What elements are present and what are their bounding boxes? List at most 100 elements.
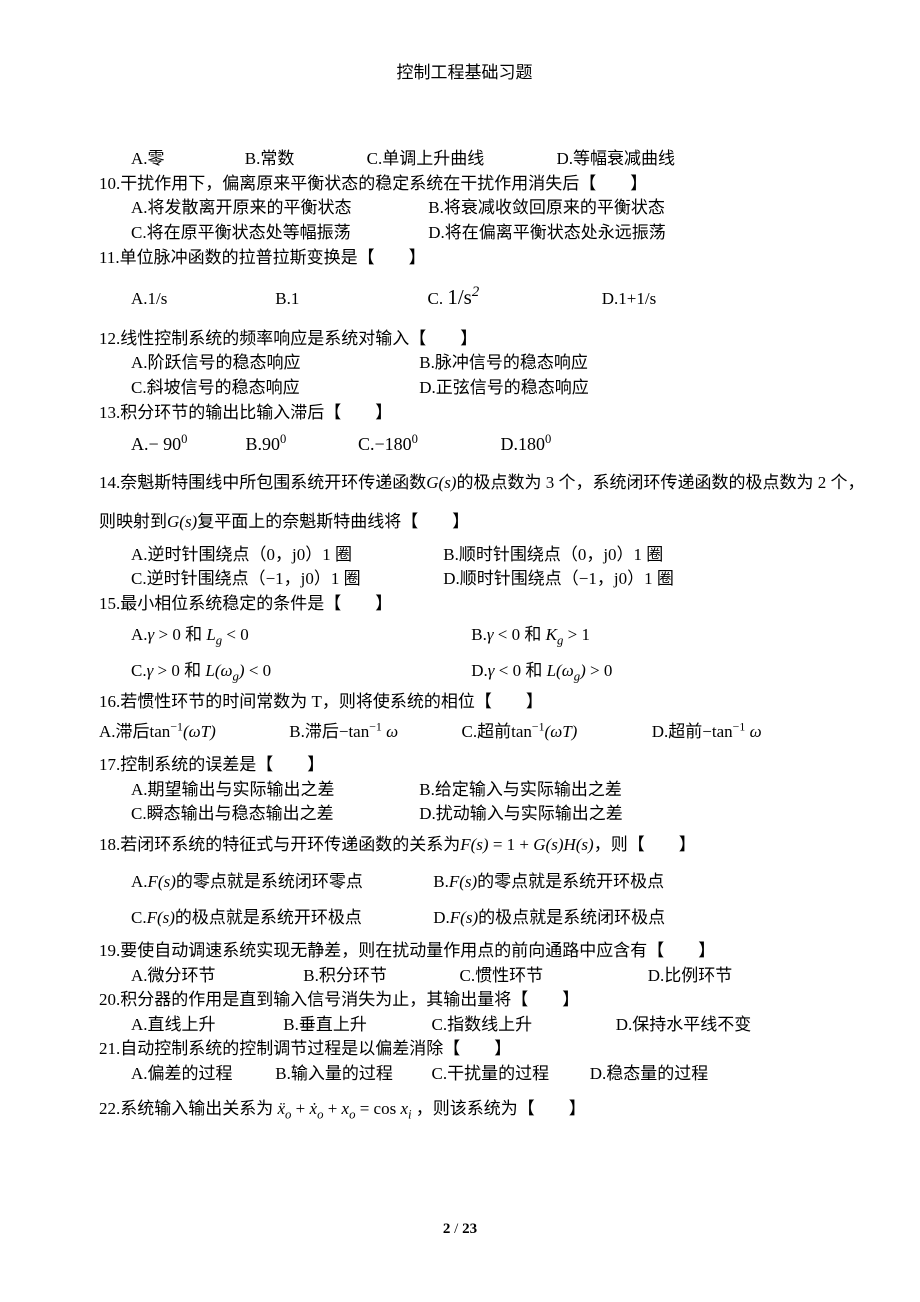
q15-opt-c: C.γ > 0 和 L(ωg) < 0 [131,659,467,684]
q18-opt-a: A.F(s)的零点就是系统闭环零点 [131,870,429,895]
q15-row1: A.γ > 0 和 Lg < 0 B.γ < 0 和 Kg > 1 [99,617,830,660]
q18b-pre: B. [433,872,449,891]
q15c-mid: > 0 和 [153,661,205,680]
q16-options: A.滞后tan−1(ωT) B.滞后−tan−1 ω C.超前tan−1(ωT)… [99,714,830,753]
q15b-g: γ [487,625,494,644]
q21-opt-a: A.偏差的过程 [131,1062,271,1087]
q20-opt-d: D.保持水平线不变 [616,1015,752,1034]
q18-stem: 18.若闭环系统的特征式与开环传递函数的关系为F(s) = 1 + G(s)H(… [99,827,830,870]
q13-opt-a: A.− 900 [131,431,241,457]
q22-s3: o [349,1107,355,1121]
q14-opt-c: C.逆时针围绕点（−1，j0）1 圈 [131,567,439,592]
q18a-pre: A. [131,872,148,891]
q15-opt-b: B.γ < 0 和 Kg > 1 [471,625,590,644]
q11-c-pre: C. [428,289,448,308]
q15c-pre: C. [131,661,147,680]
q18b-post: 的零点就是系统开环极点 [477,872,664,891]
q18b-F: F(s) [449,872,477,891]
q18c-post: 的极点就是系统开环极点 [175,908,362,927]
q22-pre: 22.系统输入输出关系为 [99,1099,273,1118]
q18c-pre: C. [131,908,147,927]
q18-row1: A.F(s)的零点就是系统闭环零点 B.F(s)的零点就是系统开环极点 [99,870,830,907]
q18c-F: F(s) [147,908,175,927]
q15-opt-d: D.γ < 0 和 L(ωg) > 0 [471,661,612,680]
q14-row1: A.逆时针围绕点（0，j0）1 圈 B.顺时针围绕点（0，j0）1 圈 [99,543,830,568]
q14-p1pre: 14.奈魁斯特围线中所包围系统开环传递函数 [99,473,426,492]
q15b-K: K [546,625,557,644]
q15d-post: > 0 [586,661,613,680]
q12-row2: C.斜坡信号的稳态响应 D.正弦信号的稳态响应 [99,376,830,401]
q22-s4: i [408,1107,412,1121]
q16c-sup: −1 [532,720,545,734]
q21-stem: 21.自动控制系统的控制调节过程是以偏差消除【 】 [99,1037,830,1062]
q16-stem: 16.若惯性环节的时间常数为 T，则将使系统的相位【 】 [99,690,830,715]
q14-gs2: G(s) [167,512,197,531]
q22-s2: o [317,1107,323,1121]
q16c-arg: (ωT) [545,722,578,741]
q19-opt-c: C.惯性环节 [460,964,644,989]
q16b-arg: ω [382,722,398,741]
q14-opt-b: B.顺时针围绕点（0，j0）1 圈 [443,545,663,564]
q14-p2pre: 则映射到 [99,512,167,531]
q18a-post: 的零点就是系统闭环零点 [176,872,363,891]
q10-opt-d: D.将在偏离平衡状态处永远振荡 [428,223,666,242]
q10-opt-b: B.将衰减收敛回原来的平衡状态 [428,198,665,217]
q20-stem: 20.积分器的作用是直到输入信号消失为止，其输出量将【 】 [99,988,830,1013]
q17-row1: A.期望输出与实际输出之差 B.给定输入与实际输出之差 [99,778,830,803]
q16b-sup: −1 [369,720,382,734]
q18-eq: = 1 + [489,835,534,854]
q16-opt-c: C.超前tan−1(ωT) [462,720,648,745]
q16d-arg: ω [745,722,761,741]
q22-stem: 22.系统输入输出关系为 ẍo + ẋo + xo = cos xi ，则该系统… [99,1087,830,1122]
q21-opt-c: C.干扰量的过程 [432,1062,586,1087]
q15-stem: 15.最小相位系统稳定的条件是【 】 [99,592,830,617]
q18d-F: F(s) [450,908,478,927]
q20-options: A.直线上升 B.垂直上升 C.指数线上升 D.保持水平线不变 [99,1013,830,1038]
q13-opt-b: B.900 [246,431,354,457]
q12-opt-d: D.正弦信号的稳态响应 [419,378,589,397]
q18-row2: C.F(s)的极点就是系统开环极点 D.F(s)的极点就是系统闭环极点 [99,906,830,939]
q11-c-frac: 1/s [447,285,472,309]
q14-stem2: 则映射到G(s)复平面上的奈魁斯特曲线将【 】 [99,510,830,543]
q9-opt-b: B.常数 [245,149,295,168]
q15a-L: L [206,625,215,644]
q16d-neg: − [702,722,712,741]
q16-opt-d: D.超前−tan−1 ω [652,722,762,741]
q18-opt-b: B.F(s)的零点就是系统开环极点 [433,872,664,891]
q18d-post: 的极点就是系统闭环极点 [478,908,665,927]
q14-stem1: 14.奈魁斯特围线中所包围系统开环传递函数G(s)的极点数为 3 个，系统闭环传… [99,467,830,510]
q18a-F: F(s) [148,872,176,891]
q16c-f: tan [511,722,532,741]
q15-opt-a: A.γ > 0 和 Lg < 0 [131,623,467,648]
q16b-pre: B.滞后 [289,722,339,741]
q22-s1: o [285,1107,291,1121]
q17-opt-a: A.期望输出与实际输出之差 [131,778,415,803]
q13-opt-d: D.1800 [501,434,552,454]
q16a-pre: A.滞后 [99,722,150,741]
q17-stem: 17.控制系统的误差是【 】 [99,753,830,778]
q15b-post: > 1 [563,625,590,644]
q13b-base: 90 [262,434,280,454]
q20-opt-c: C.指数线上升 [432,1013,612,1038]
q13c-label: C. [358,434,375,454]
q18d-pre: D. [433,908,450,927]
q18-opt-c: C.F(s)的极点就是系统开环极点 [131,906,429,931]
q13c-base: −180 [375,434,412,454]
q13a-sup: 0 [181,432,187,446]
q9-opt-c: C.单调上升曲线 [367,149,485,168]
q14-row2: C.逆时针围绕点（−1，j0）1 圈 D.顺时针围绕点（−1，j0）1 圈 [99,567,830,592]
q19-stem: 19.要使自动调速系统实现无静差，则在扰动量作用点的前向通路中应含有【 】 [99,939,830,964]
q22-p1: + [296,1099,310,1118]
q21-opt-d: D.稳态量的过程 [590,1064,709,1083]
q18-post: ，则【 】 [594,835,696,854]
q20-opt-a: A.直线上升 [131,1013,279,1038]
q11-options: A.1/s B.1 C. 1/s2 D.1+1/s [99,276,830,320]
q14-p2post: 复平面上的奈魁斯特曲线将【 】 [197,512,469,531]
q18-H: H(s) [563,835,593,854]
q13c-sup: 0 [412,432,418,446]
q19-opt-b: B.积分环节 [303,964,455,989]
q14-p1post: 的极点数为 3 个，系统闭环传递函数的极点数为 2 个， [456,473,864,492]
q13d-label: D. [501,434,519,454]
q16d-pre: D.超前 [652,722,703,741]
q13d-sup: 0 [545,432,551,446]
